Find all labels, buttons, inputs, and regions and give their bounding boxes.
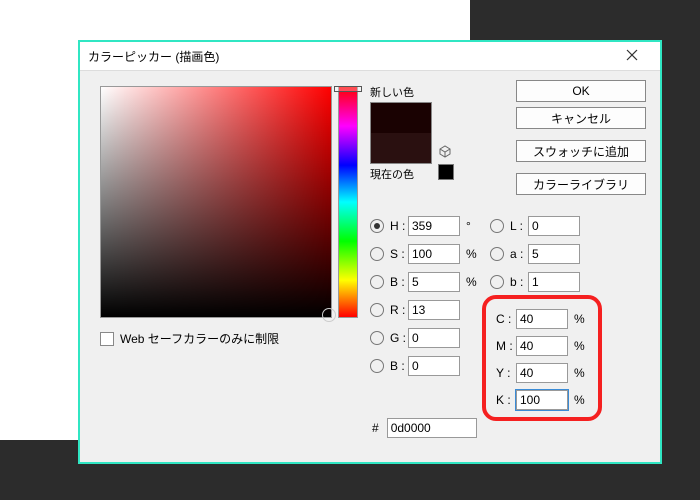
- dialog-outer-frame: カラーピッカー (描画色) 新しい色 現在の色 OK キャンセル: [78, 40, 662, 464]
- dialog-title: カラーピッカー (描画色): [88, 48, 612, 65]
- unit-b-hsb: %: [466, 275, 480, 289]
- label-l: L :: [510, 219, 528, 233]
- input-c[interactable]: [516, 309, 568, 329]
- lab-column: L : a : b :: [490, 212, 580, 296]
- label-h: H :: [390, 219, 408, 233]
- input-m[interactable]: [516, 336, 568, 356]
- input-a[interactable]: [528, 244, 580, 264]
- label-m: M :: [496, 339, 516, 353]
- label-b-hsb: B :: [390, 275, 408, 289]
- gamut-swatch[interactable]: [438, 164, 454, 180]
- input-s[interactable]: [408, 244, 460, 264]
- hex-row: #: [372, 418, 477, 438]
- current-color-swatch[interactable]: [371, 133, 431, 163]
- label-b-rgb: B :: [390, 359, 408, 373]
- websafe-label: Web セーフカラーのみに制限: [120, 330, 279, 347]
- gamut-cube-icon[interactable]: [438, 144, 452, 158]
- hue-slider-thumb[interactable]: [334, 86, 362, 92]
- input-r[interactable]: [408, 300, 460, 320]
- unit-s: %: [466, 247, 480, 261]
- label-b-lab: b :: [510, 275, 528, 289]
- color-field-cursor: [322, 308, 336, 322]
- add-swatch-button[interactable]: スウォッチに追加: [516, 140, 646, 162]
- color-picker-dialog: カラーピッカー (描画色) 新しい色 現在の色 OK キャンセル: [80, 42, 660, 462]
- radio-r[interactable]: [370, 303, 384, 317]
- color-field[interactable]: [100, 86, 332, 318]
- radio-g[interactable]: [370, 331, 384, 345]
- label-r: R :: [390, 303, 408, 317]
- input-b-rgb[interactable]: [408, 356, 460, 376]
- input-hex[interactable]: [387, 418, 477, 438]
- label-a: a :: [510, 247, 528, 261]
- label-c: C :: [496, 312, 516, 326]
- radio-a[interactable]: [490, 247, 504, 261]
- radio-b-hsb[interactable]: [370, 275, 384, 289]
- hex-label: #: [372, 421, 379, 435]
- swatch-area: 新しい色 現在の色: [370, 82, 432, 184]
- unit-h: °: [466, 219, 480, 233]
- close-icon: [626, 49, 638, 61]
- close-button[interactable]: [612, 48, 652, 64]
- input-h[interactable]: [408, 216, 460, 236]
- label-k: K :: [496, 393, 516, 407]
- radio-s[interactable]: [370, 247, 384, 261]
- unit-c: %: [574, 312, 588, 326]
- input-y[interactable]: [516, 363, 568, 383]
- radio-l[interactable]: [490, 219, 504, 233]
- label-g: G :: [390, 331, 408, 345]
- ok-button[interactable]: OK: [516, 80, 646, 102]
- unit-m: %: [574, 339, 588, 353]
- input-l[interactable]: [528, 216, 580, 236]
- cancel-button[interactable]: キャンセル: [516, 107, 646, 129]
- input-g[interactable]: [408, 328, 460, 348]
- websafe-row: Web セーフカラーのみに制限: [100, 330, 279, 347]
- unit-y: %: [574, 366, 588, 380]
- input-b-lab[interactable]: [528, 272, 580, 292]
- radio-h[interactable]: [370, 219, 384, 233]
- label-s: S :: [390, 247, 408, 261]
- cmyk-group-highlight: C : % M : % Y : % K : %: [482, 295, 602, 421]
- button-column: OK キャンセル スウォッチに追加 カラーライブラリ: [516, 80, 646, 200]
- hsb-rgb-column: H : ° S : % B : % R :: [370, 212, 480, 380]
- radio-b-rgb[interactable]: [370, 359, 384, 373]
- hue-slider[interactable]: [338, 86, 358, 318]
- unit-k: %: [574, 393, 588, 407]
- color-library-button[interactable]: カラーライブラリ: [516, 173, 646, 195]
- titlebar: カラーピッカー (描画色): [80, 42, 660, 71]
- swatch-box: [370, 102, 432, 164]
- new-color-swatch: [371, 103, 431, 133]
- input-k[interactable]: [516, 390, 568, 410]
- new-color-label: 新しい色: [370, 84, 432, 100]
- websafe-checkbox[interactable]: [100, 332, 114, 346]
- input-b-hsb[interactable]: [408, 272, 460, 292]
- radio-b-lab[interactable]: [490, 275, 504, 289]
- current-color-label: 現在の色: [370, 166, 432, 182]
- label-y: Y :: [496, 366, 516, 380]
